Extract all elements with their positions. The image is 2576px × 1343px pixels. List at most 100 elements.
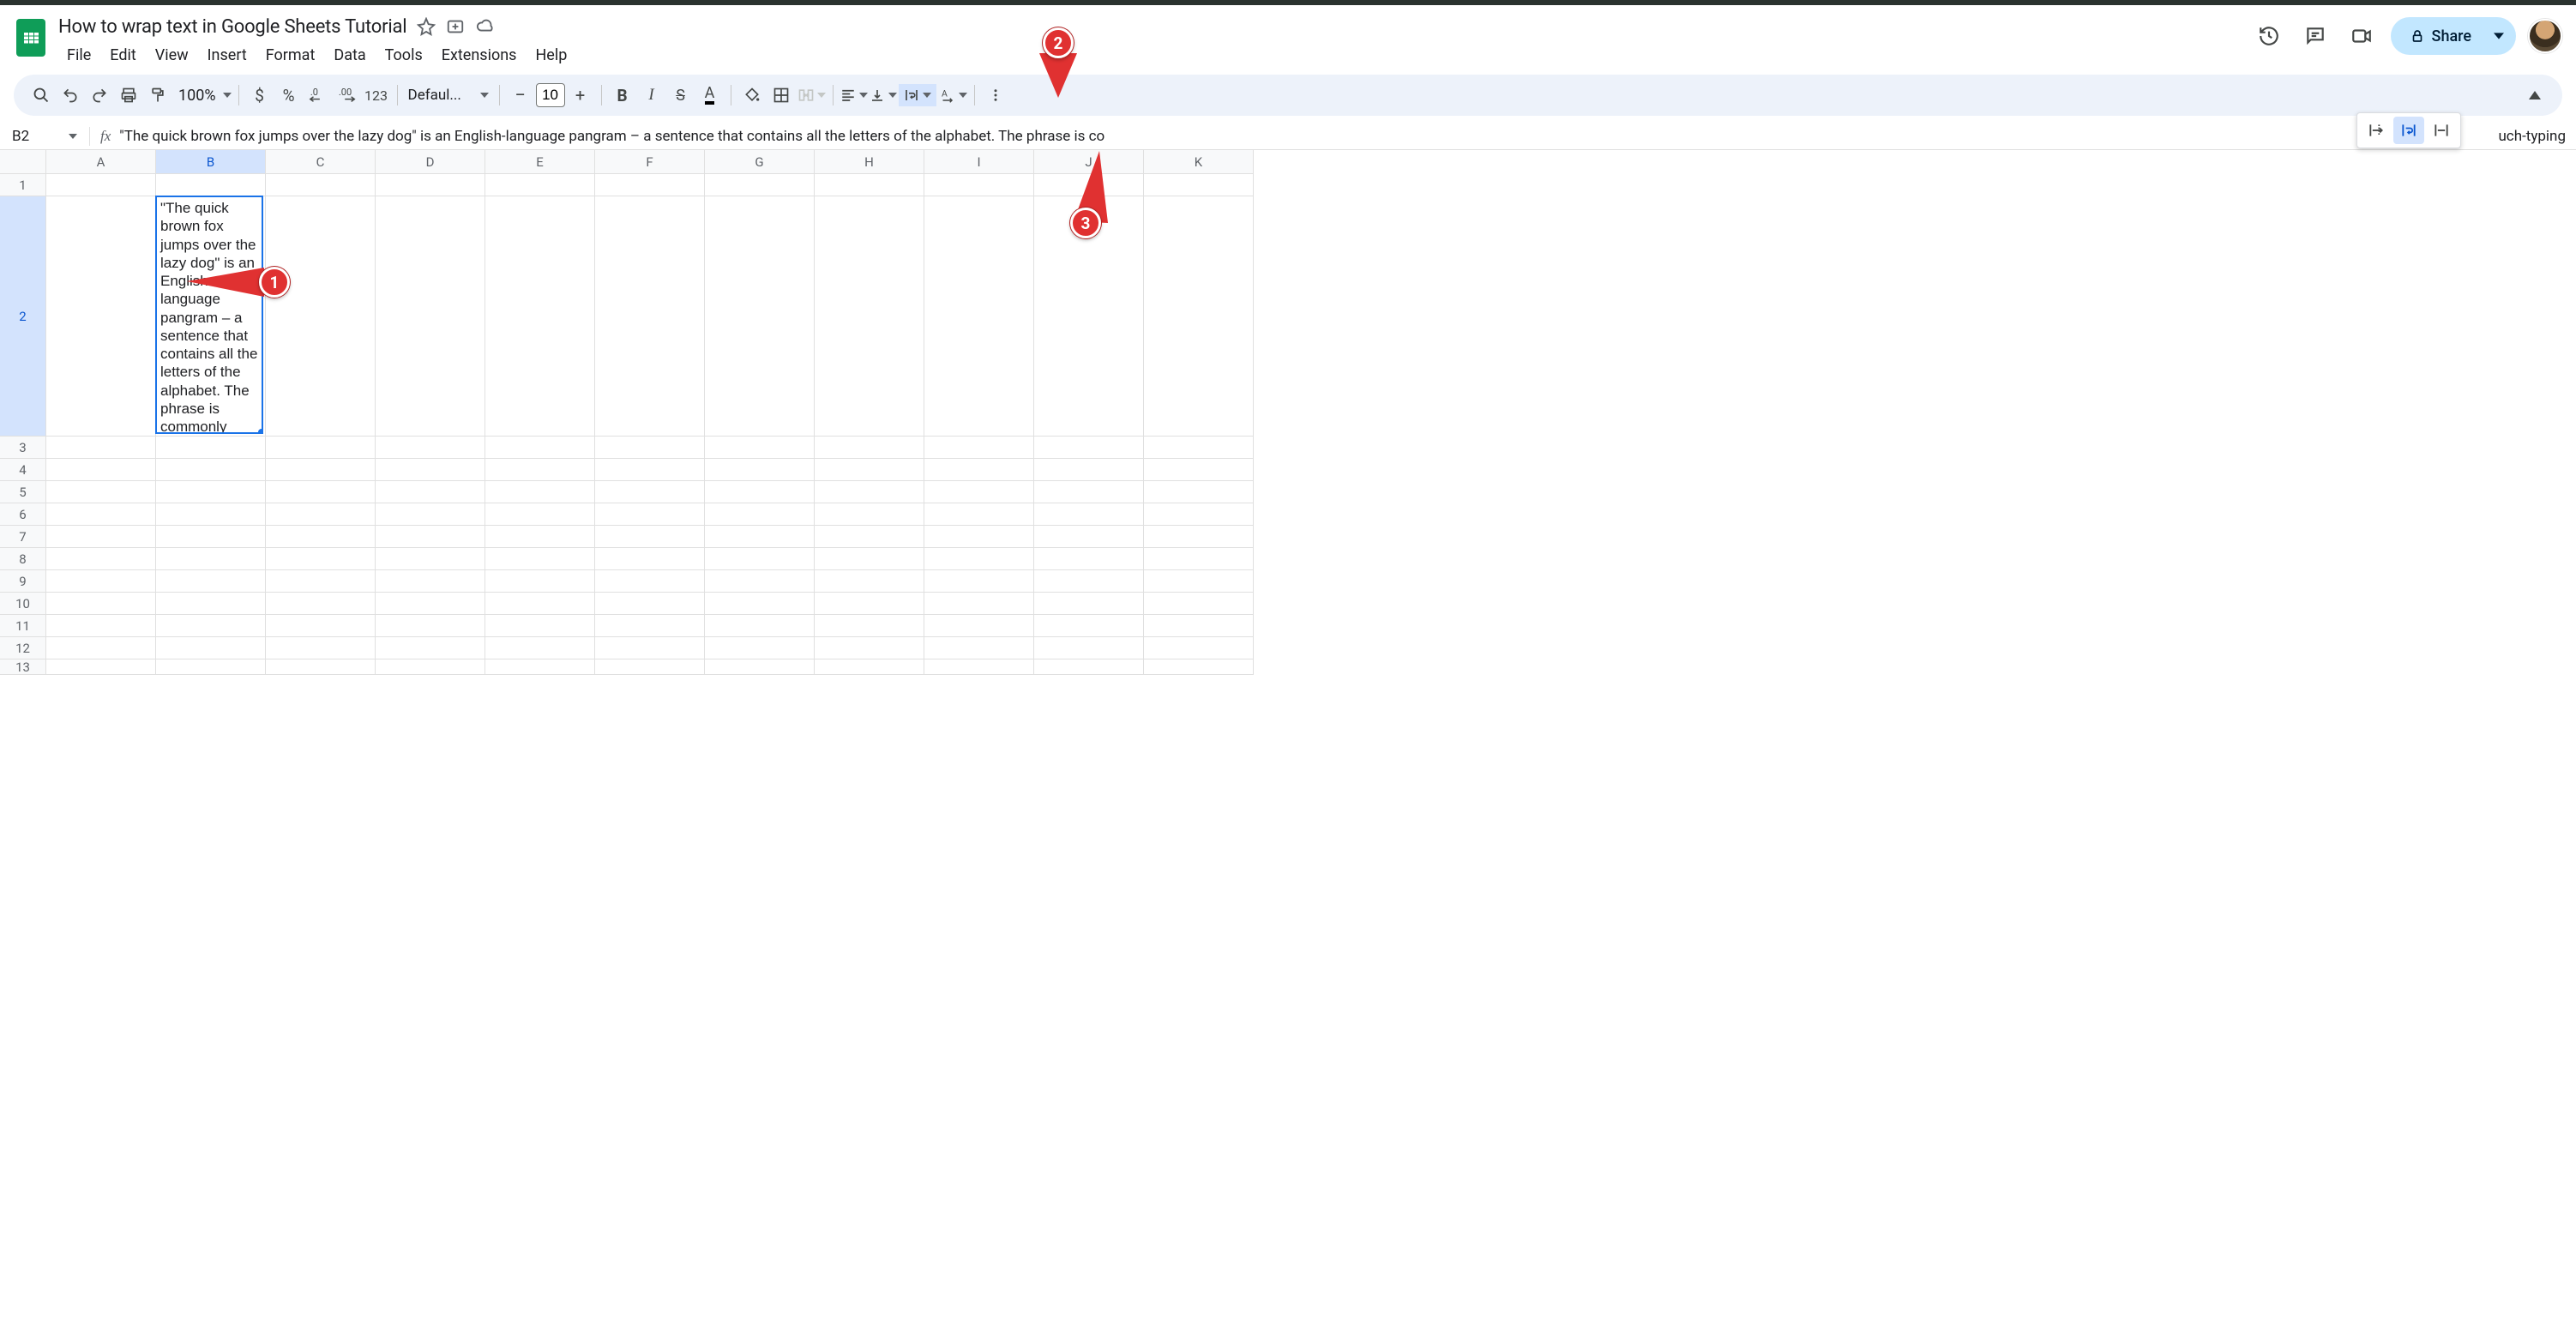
horizontal-align-button[interactable] [840, 87, 868, 103]
vertical-align-button[interactable] [870, 87, 897, 103]
cell[interactable] [376, 615, 485, 637]
search-menus-button[interactable] [27, 81, 55, 109]
cell[interactable] [266, 174, 376, 196]
row-header-7[interactable]: 7 [0, 526, 46, 548]
cell[interactable] [815, 196, 924, 437]
cell[interactable] [1034, 593, 1144, 615]
cell[interactable] [815, 526, 924, 548]
column-header-E[interactable]: E [485, 150, 595, 174]
cell[interactable] [815, 615, 924, 637]
cell[interactable] [266, 196, 376, 437]
fill-color-button[interactable] [738, 81, 766, 109]
cell[interactable] [46, 659, 156, 675]
document-title[interactable]: How to wrap text in Google Sheets Tutori… [58, 16, 406, 38]
cell[interactable] [1034, 459, 1144, 481]
star-icon[interactable] [417, 17, 436, 36]
cell[interactable] [1144, 593, 1254, 615]
cell[interactable] [705, 481, 815, 503]
row-header-5[interactable]: 5 [0, 481, 46, 503]
column-header-I[interactable]: I [924, 150, 1034, 174]
meet-icon[interactable] [2344, 19, 2379, 53]
zoom-dropdown[interactable]: 100% [173, 87, 232, 105]
cell[interactable] [46, 526, 156, 548]
cell[interactable] [1144, 615, 1254, 637]
cell[interactable] [924, 481, 1034, 503]
cell[interactable] [156, 459, 266, 481]
menu-edit[interactable]: Edit [101, 43, 144, 68]
cell[interactable] [924, 503, 1034, 526]
decrease-font-size-button[interactable]: − [507, 81, 534, 109]
column-header-C[interactable]: C [266, 150, 376, 174]
column-header-D[interactable]: D [376, 150, 485, 174]
cell[interactable] [705, 459, 815, 481]
decrease-decimal-button[interactable]: .0 [304, 81, 332, 109]
cell[interactable] [1034, 503, 1144, 526]
cell[interactable] [1034, 548, 1144, 570]
cell[interactable] [485, 503, 595, 526]
menu-data[interactable]: Data [325, 43, 374, 68]
cell[interactable] [266, 503, 376, 526]
name-box[interactable]: B2 [0, 128, 89, 145]
cell[interactable] [705, 659, 815, 675]
row-header-9[interactable]: 9 [0, 570, 46, 593]
cell[interactable] [266, 637, 376, 659]
font-size-input[interactable] [536, 83, 565, 107]
cell[interactable] [266, 437, 376, 459]
cell[interactable] [595, 481, 705, 503]
cell[interactable] [815, 437, 924, 459]
borders-button[interactable] [767, 81, 795, 109]
select-all-corner[interactable] [0, 150, 46, 174]
increase-font-size-button[interactable]: + [567, 81, 594, 109]
cell[interactable] [705, 503, 815, 526]
cell[interactable] [705, 526, 815, 548]
cell[interactable] [815, 548, 924, 570]
cell[interactable] [924, 593, 1034, 615]
cell[interactable] [46, 196, 156, 437]
cell[interactable] [1034, 526, 1144, 548]
cell[interactable] [815, 481, 924, 503]
cell[interactable] [815, 659, 924, 675]
cell[interactable] [595, 526, 705, 548]
wrap-option-wrap[interactable] [2393, 117, 2424, 144]
print-button[interactable] [115, 81, 142, 109]
cell[interactable] [1034, 437, 1144, 459]
cell[interactable] [485, 570, 595, 593]
cell[interactable] [376, 548, 485, 570]
cell[interactable] [266, 593, 376, 615]
cell[interactable] [1144, 481, 1254, 503]
cell[interactable] [485, 615, 595, 637]
cell[interactable] [46, 503, 156, 526]
row-header-12[interactable]: 12 [0, 637, 46, 659]
cell[interactable] [46, 637, 156, 659]
row-header-11[interactable]: 11 [0, 615, 46, 637]
cell[interactable] [595, 570, 705, 593]
cell[interactable] [595, 659, 705, 675]
cell[interactable] [815, 570, 924, 593]
cell[interactable] [1144, 548, 1254, 570]
paint-format-button[interactable] [144, 81, 172, 109]
wrap-option-overflow[interactable] [2361, 117, 2392, 144]
cell[interactable] [924, 570, 1034, 593]
cell[interactable] [376, 437, 485, 459]
cell[interactable] [595, 637, 705, 659]
history-icon[interactable] [2252, 19, 2286, 53]
cell[interactable] [156, 659, 266, 675]
cell[interactable] [1144, 196, 1254, 437]
menu-format[interactable]: Format [257, 43, 324, 68]
bold-button[interactable]: B [609, 81, 636, 109]
cell[interactable] [266, 548, 376, 570]
more-toolbar-button[interactable] [982, 81, 1009, 109]
cell[interactable] [376, 570, 485, 593]
cell[interactable] [1034, 615, 1144, 637]
increase-decimal-button[interactable]: .00 [334, 81, 361, 109]
cell[interactable] [595, 548, 705, 570]
row-header-8[interactable]: 8 [0, 548, 46, 570]
row-header-4[interactable]: 4 [0, 459, 46, 481]
italic-button[interactable]: I [638, 81, 665, 109]
cell[interactable] [924, 196, 1034, 437]
cell[interactable] [924, 637, 1034, 659]
cell[interactable] [156, 593, 266, 615]
wrap-option-clip[interactable] [2426, 117, 2457, 144]
undo-button[interactable] [57, 81, 84, 109]
menu-file[interactable]: File [58, 43, 99, 68]
